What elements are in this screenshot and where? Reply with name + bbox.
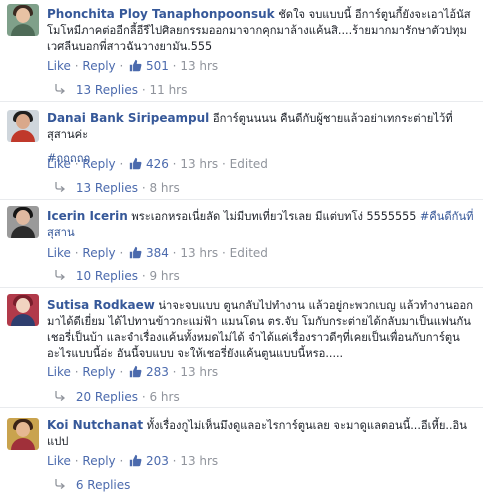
reply-link[interactable]: Reply	[82, 246, 115, 260]
replies-row[interactable]: 6 Replies	[54, 477, 130, 493]
comment-actions: Like · Reply · 283 · 13 hrs	[47, 365, 219, 379]
replies-count-link[interactable]: 20 Replies	[76, 390, 138, 404]
like-link[interactable]: Like	[47, 365, 71, 379]
like-count[interactable]: 384	[146, 246, 169, 260]
reply-link[interactable]: Reply	[82, 454, 115, 468]
reply-arrow-icon	[55, 182, 66, 192]
avatar[interactable]	[7, 294, 39, 326]
like-link[interactable]: Like	[47, 454, 71, 468]
replies-time: 6 hrs	[149, 390, 180, 404]
comment-actions: Like · Reply · 203 · 13 hrs	[47, 454, 219, 468]
comment-time[interactable]: 13 hrs	[180, 454, 218, 468]
comment-body: Icerin Icerin พระเอกหรอเนี่ยลัด ไม่มีบทเ…	[47, 208, 479, 241]
reply-link[interactable]: Reply	[82, 157, 115, 171]
thumbs-up-icon[interactable]	[129, 246, 142, 259]
replies-row[interactable]: 13 Replies · 11 hrs	[54, 82, 187, 98]
thumbs-up-icon[interactable]	[129, 365, 142, 378]
replies-count-link[interactable]: 13 Replies	[76, 83, 138, 97]
thumbs-up-icon[interactable]	[129, 157, 142, 170]
like-count[interactable]: 203	[146, 454, 169, 468]
comment-body: Sutisa Rodkaew น่าจะจบแบบ ตูนกลับไปทำงาน…	[47, 297, 479, 362]
replies-time: 8 hrs	[149, 181, 180, 195]
comment-actions: Like · Reply · 501 · 13 hrs	[47, 59, 219, 73]
like-link[interactable]: Like	[47, 157, 71, 171]
edited-label[interactable]: Edited	[230, 246, 268, 260]
reply-arrow-icon	[55, 84, 66, 94]
replies-time: 9 hrs	[149, 269, 180, 283]
like-link[interactable]: Like	[47, 59, 71, 73]
reply-arrow-icon	[55, 270, 66, 280]
like-count[interactable]: 283	[146, 365, 169, 379]
reply-link[interactable]: Reply	[82, 59, 115, 73]
avatar[interactable]	[7, 418, 39, 450]
comment-body: Koi Nutchanat ทั้งเรื่องกูไม่เห็นมึงดูแล…	[47, 417, 479, 450]
divider	[0, 101, 483, 102]
comment-author[interactable]: Koi Nutchanat	[47, 418, 143, 432]
reply-link[interactable]: Reply	[82, 365, 115, 379]
replies-row[interactable]: 13 Replies · 8 hrs	[54, 180, 180, 196]
comment-actions: Like · Reply · 426 · 13 hrs · Edited	[47, 157, 268, 171]
replies-count-link[interactable]: 10 Replies	[76, 269, 138, 283]
avatar[interactable]	[7, 206, 39, 238]
comment-time[interactable]: 13 hrs	[180, 246, 218, 260]
like-link[interactable]: Like	[47, 246, 71, 260]
replies-count-link[interactable]: 6 Replies	[76, 478, 131, 492]
like-count[interactable]: 501	[146, 59, 169, 73]
thumbs-up-icon[interactable]	[129, 59, 142, 72]
replies-time: 11 hrs	[149, 83, 188, 97]
divider	[0, 287, 483, 288]
comment-text: พระเอกหรอเนี่ยลัด ไม่มีบทเที่ยวไรเลย มีแ…	[131, 210, 417, 223]
reply-arrow-icon	[55, 479, 66, 489]
avatar[interactable]	[7, 110, 39, 142]
comment-time[interactable]: 13 hrs	[180, 157, 218, 171]
comment-author[interactable]: Sutisa Rodkaew	[47, 298, 155, 312]
replies-count-link[interactable]: 13 Replies	[76, 181, 138, 195]
like-count[interactable]: 426	[146, 157, 169, 171]
comment-author[interactable]: Danai Bank Siripeampul	[47, 111, 209, 125]
avatar[interactable]	[7, 4, 39, 36]
comment-author[interactable]: Icerin Icerin	[47, 209, 128, 223]
thumbs-up-icon[interactable]	[129, 454, 142, 467]
comment-time[interactable]: 13 hrs	[180, 59, 218, 73]
comment-body: Phonchita Ploy Tanaphonpoonsuk ชัดใจ จบแ…	[47, 6, 479, 55]
reply-arrow-icon	[55, 391, 66, 401]
comment-actions: Like · Reply · 384 · 13 hrs · Edited	[47, 246, 268, 260]
comment-author[interactable]: Phonchita Ploy Tanaphonpoonsuk	[47, 7, 275, 21]
replies-row[interactable]: 20 Replies · 6 hrs	[54, 389, 180, 405]
divider	[0, 199, 483, 200]
comment-list: Phonchita Ploy Tanaphonpoonsuk ชัดใจ จบแ…	[0, 0, 483, 504]
comment-time[interactable]: 13 hrs	[180, 365, 218, 379]
divider	[0, 407, 483, 408]
replies-row[interactable]: 10 Replies · 9 hrs	[54, 268, 180, 284]
edited-label[interactable]: Edited	[230, 157, 268, 171]
